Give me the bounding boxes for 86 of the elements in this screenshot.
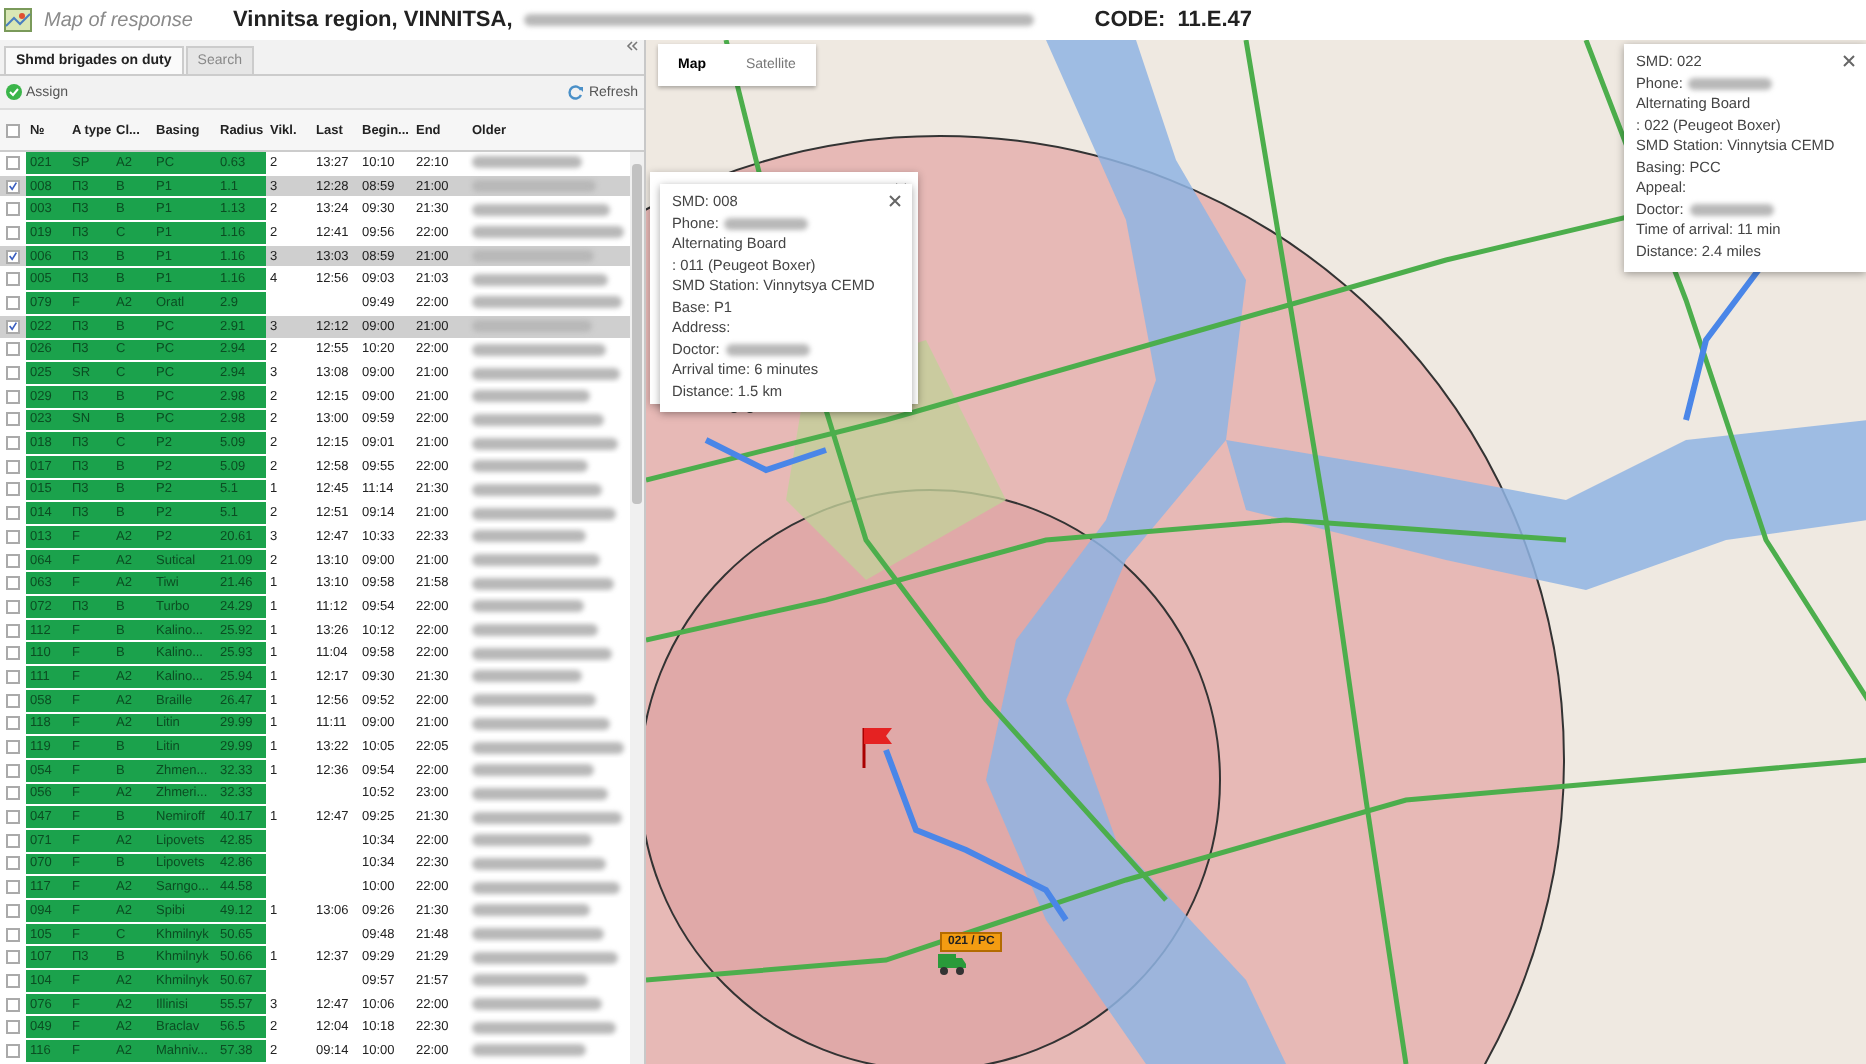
redacted-name <box>472 694 596 707</box>
map-icon <box>4 8 32 32</box>
checkbox[interactable] <box>6 997 20 1012</box>
checkbox[interactable] <box>6 155 20 170</box>
redacted-name <box>472 250 594 263</box>
checkbox[interactable] <box>6 950 20 965</box>
checkbox[interactable] <box>6 810 20 825</box>
checkbox[interactable] <box>6 506 20 521</box>
checkbox[interactable] <box>6 833 20 848</box>
close-icon[interactable] <box>1842 54 1856 68</box>
redacted-name <box>472 1044 586 1057</box>
redacted-value <box>724 217 809 230</box>
checkbox[interactable] <box>6 436 20 451</box>
redacted-name <box>472 156 582 169</box>
checkbox[interactable] <box>6 646 20 661</box>
refresh-icon <box>568 84 585 100</box>
code-value: 11.E.47 <box>1177 8 1253 32</box>
redacted-name <box>472 764 594 777</box>
checkbox[interactable] <box>6 123 20 137</box>
redacted-name <box>472 647 612 660</box>
checkbox[interactable] <box>6 179 20 194</box>
checkbox[interactable] <box>6 599 20 614</box>
check-circle-icon <box>6 84 22 100</box>
checkbox[interactable] <box>6 903 20 918</box>
redacted-name <box>472 904 590 917</box>
checkbox[interactable] <box>6 342 20 357</box>
redacted-name <box>472 600 584 613</box>
redacted-name <box>472 413 604 426</box>
collapse-icon[interactable] <box>626 40 638 52</box>
redacted-name <box>472 857 606 870</box>
checkbox[interactable] <box>6 529 20 544</box>
checkbox[interactable] <box>6 856 20 871</box>
redacted-name <box>472 507 616 520</box>
redacted-name <box>472 787 608 800</box>
checkbox[interactable] <box>6 716 20 731</box>
checkbox[interactable] <box>6 623 20 638</box>
checkbox[interactable] <box>6 459 20 474</box>
location-text: Vinnitsa region, VINNITSA, <box>233 8 513 32</box>
checkbox[interactable] <box>6 482 20 497</box>
checkbox[interactable] <box>6 880 20 895</box>
redacted-name <box>472 834 592 847</box>
redacted-name <box>472 390 590 403</box>
redacted-value <box>1689 203 1774 216</box>
checkbox[interactable] <box>6 786 20 801</box>
checkbox[interactable] <box>6 295 20 310</box>
redacted-name <box>472 343 606 356</box>
checkbox[interactable] <box>6 225 20 240</box>
redacted-value <box>725 343 810 356</box>
redacted-name <box>472 483 602 496</box>
redacted-name <box>472 670 582 683</box>
redacted-name <box>472 974 588 987</box>
checkbox[interactable] <box>6 927 20 942</box>
code-label: CODE: <box>1094 8 1166 32</box>
redacted-name <box>472 180 596 193</box>
scrollbar[interactable] <box>630 152 644 1064</box>
checkbox[interactable] <box>6 412 20 427</box>
redacted-name <box>472 998 602 1011</box>
app-title: Map of response <box>44 9 193 31</box>
checkbox[interactable] <box>6 272 20 287</box>
close-icon[interactable] <box>888 194 902 208</box>
checkbox[interactable] <box>6 973 20 988</box>
redacted-name <box>472 273 608 286</box>
checkbox[interactable] <box>6 576 20 591</box>
checkbox[interactable] <box>6 202 20 217</box>
redacted-name <box>472 460 588 473</box>
redacted-name <box>472 717 610 730</box>
checkbox[interactable] <box>6 693 20 708</box>
checkbox[interactable] <box>6 553 20 568</box>
redacted-name <box>472 928 604 941</box>
ambulance-marker-icon[interactable] <box>936 952 968 976</box>
redacted-name <box>472 554 600 567</box>
checkbox[interactable] <box>6 249 20 264</box>
redacted-value <box>1688 77 1773 90</box>
checkbox[interactable] <box>6 389 20 404</box>
redacted-name <box>472 1021 616 1034</box>
checkbox[interactable] <box>6 763 20 778</box>
redacted-name <box>472 530 586 543</box>
checkbox[interactable] <box>6 319 20 334</box>
checkbox[interactable] <box>6 1043 20 1058</box>
checkbox[interactable] <box>6 1020 20 1035</box>
checkbox[interactable] <box>6 669 20 684</box>
redacted-name <box>472 624 598 637</box>
checkbox[interactable] <box>6 366 20 381</box>
checkbox[interactable] <box>6 740 20 755</box>
redacted-name <box>472 203 610 216</box>
redacted-name <box>472 577 614 590</box>
